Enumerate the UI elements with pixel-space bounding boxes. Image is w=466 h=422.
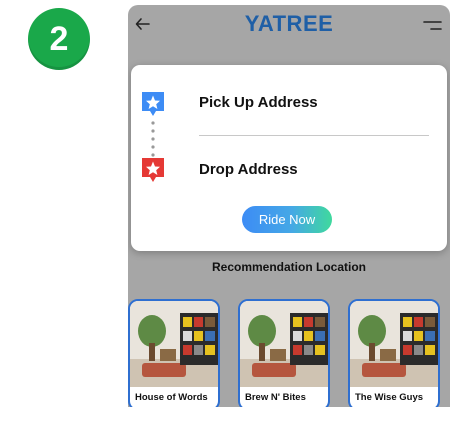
place-name: The Wise Guys [355,392,424,403]
recommendation-title: Recommendation Location [211,260,366,274]
ride-now-button[interactable]: Ride Now [242,206,332,233]
hamburger-menu-icon[interactable] [422,19,442,33]
drop-address-field[interactable]: Drop Address [199,161,298,178]
address-divider [199,135,429,136]
step-number: 2 [49,19,69,58]
top-bar: YATREE [128,5,450,49]
place-image [350,301,438,387]
recommendation-list: House of Words Brew N' Bites The Wise Gu… [128,299,450,407]
app-logo: YATREE [244,11,334,36]
recommendation-card[interactable]: The Wise Guys [348,299,440,407]
star-pin-blue-icon [142,92,164,116]
route-dots [151,121,155,157]
step-number-badge: 2 [28,8,90,70]
pickup-address-field[interactable]: Pick Up Address [199,94,318,111]
phone-screen: YATREE Pick Up Address Drop Address Ride… [128,5,450,407]
recommendation-card[interactable]: House of Words [128,299,220,407]
star-pin-red-icon [142,158,164,182]
place-image [130,301,218,387]
place-image [240,301,328,387]
recommendation-card[interactable]: Brew N' Bites [238,299,330,407]
address-card: Pick Up Address Drop Address Ride Now [131,65,447,251]
place-name: House of Words [135,392,208,403]
place-name: Brew N' Bites [245,392,306,403]
